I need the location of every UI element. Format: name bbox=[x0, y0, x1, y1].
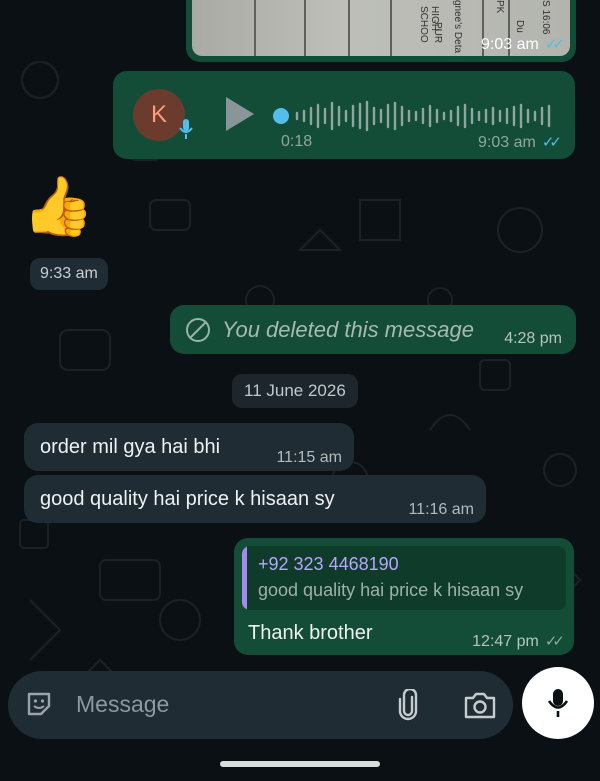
quoted-text: good quality hai price k hisaan sy bbox=[258, 580, 524, 600]
emoji-message[interactable]: 👍 bbox=[22, 178, 94, 236]
photo-text: S 16:06 bbox=[540, 0, 551, 35]
voice-message[interactable]: K 0:18 9:03 am ✓✓ bbox=[113, 71, 575, 159]
voice-duration: 0:18 bbox=[281, 133, 313, 150]
photo-text: PUR bbox=[432, 22, 443, 44]
message-composer[interactable]: Message bbox=[8, 671, 513, 739]
microphone-icon bbox=[179, 119, 193, 144]
play-icon[interactable] bbox=[226, 97, 254, 131]
deleted-text: You deleted this message bbox=[222, 317, 474, 342]
avatar[interactable]: K bbox=[133, 89, 185, 141]
message-time: 12:47 pm bbox=[472, 633, 539, 650]
message-input[interactable]: Message bbox=[76, 691, 169, 718]
message-time: 9:03 am bbox=[478, 134, 536, 151]
message-text: Thank brother bbox=[248, 622, 373, 644]
reply-message[interactable]: +92 323 4468190 good quality hai price k… bbox=[234, 538, 574, 655]
home-indicator bbox=[220, 761, 380, 767]
read-double-check-icon: ✓✓ bbox=[544, 36, 565, 53]
waveform[interactable] bbox=[273, 99, 558, 133]
message-meta: 9:03 am ✓✓ bbox=[481, 35, 565, 54]
date-separator: 11 June 2026 bbox=[232, 374, 358, 408]
message-time: 9:33 am bbox=[30, 258, 108, 290]
image-message[interactable]: HIGH SCHOO PUR gnee's Deta PK Du S 16:06… bbox=[186, 0, 576, 62]
delivered-double-check-icon: ✓✓ bbox=[544, 633, 565, 650]
photo-text: PK bbox=[494, 0, 505, 14]
microphone-icon bbox=[547, 689, 569, 717]
sticker-icon[interactable] bbox=[26, 691, 52, 717]
message-time: 4:28 pm bbox=[504, 330, 562, 347]
message-text: order mil gya hai bhi bbox=[40, 436, 221, 458]
message-time: 11:16 am bbox=[408, 501, 474, 518]
quoted-message[interactable]: +92 323 4468190 good quality hai price k… bbox=[242, 546, 566, 610]
voice-record-button[interactable] bbox=[522, 667, 594, 739]
message-text: good quality hai price k hisaan sy bbox=[40, 488, 335, 510]
message-time: 9:03 am bbox=[481, 36, 539, 53]
deleted-message[interactable]: You deleted this message 4:28 pm bbox=[170, 305, 576, 354]
photo-text: Du bbox=[514, 20, 525, 33]
read-double-check-icon: ✓✓ bbox=[541, 134, 562, 151]
avatar-letter: K bbox=[150, 101, 167, 128]
incoming-message[interactable]: good quality hai price k hisaan sy 11:16… bbox=[24, 475, 486, 523]
message-meta: 12:47 pm ✓✓ bbox=[472, 632, 565, 651]
photo-text: gnee's Deta bbox=[452, 0, 463, 54]
camera-icon[interactable] bbox=[464, 691, 496, 719]
attach-icon[interactable] bbox=[396, 689, 420, 721]
blocked-icon bbox=[186, 318, 210, 342]
quoted-sender: +92 323 4468190 bbox=[258, 554, 399, 574]
message-meta: 9:03 am ✓✓ bbox=[478, 133, 562, 152]
quote-accent-bar bbox=[242, 546, 247, 610]
incoming-message[interactable]: order mil gya hai bhi 11:15 am bbox=[24, 423, 354, 471]
message-time: 11:15 am bbox=[276, 449, 342, 466]
